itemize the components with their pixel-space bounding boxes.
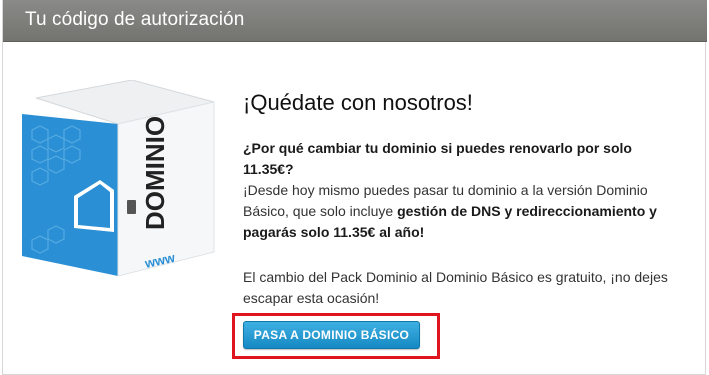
panel-header: Tu código de autorización xyxy=(3,0,707,42)
promo-note: El cambio del Pack Dominio al Dominio Bá… xyxy=(243,269,668,306)
panel-title: Tu código de autorización xyxy=(25,9,245,30)
svg-text:DOMINIO: DOMINIO xyxy=(140,116,170,230)
promo-headline: ¡Quédate con nosotros! xyxy=(243,90,473,115)
promo-description: ¿Por qué cambiar tu dominio si puedes re… xyxy=(243,138,683,243)
promo-question: ¿Por qué cambiar tu dominio si puedes re… xyxy=(243,140,632,177)
domain-box-icon: DOMINIO www xyxy=(22,80,215,277)
switch-to-basic-domain-button[interactable]: PASA A DOMINIO BÁSICO xyxy=(243,321,420,349)
